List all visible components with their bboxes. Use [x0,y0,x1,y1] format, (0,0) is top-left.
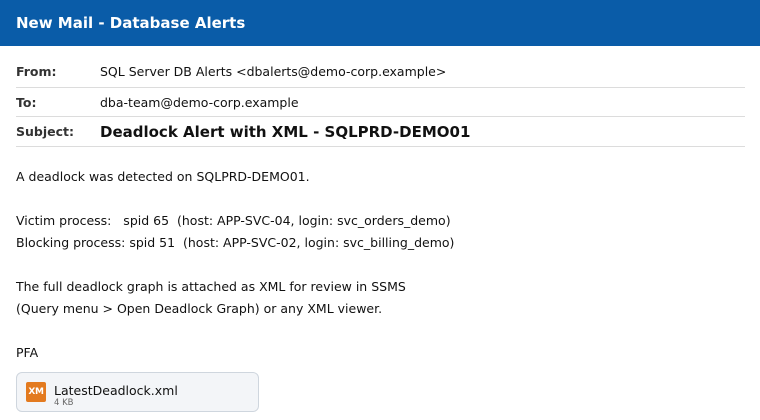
body-blocking-process: Blocking process: spid 51 (host: APP-SVC… [16,235,455,250]
body-signoff: PFA [16,345,39,360]
xml-file-icon: XM [26,382,46,402]
body-graph-line-1: The full deadlock graph is attached as X… [16,279,406,294]
body-intro: A deadlock was detected on SQLPRD-DEMO01… [16,169,310,184]
attachment-card[interactable]: XM LatestDeadlock.xml 4 KB [16,372,259,412]
subject-value: Deadlock Alert with XML - SQLPRD-DEMO01 [100,122,471,141]
window-titlebar: New Mail - Database Alerts [0,0,760,46]
subject-row: Subject: Deadlock Alert with XML - SQLPR… [16,117,745,147]
attachment-info: LatestDeadlock.xml 4 KB [54,377,178,408]
mail-window: New Mail - Database Alerts From: SQL Ser… [0,0,760,420]
from-label: From: [16,64,57,79]
window-title: New Mail - Database Alerts [16,14,246,32]
body-victim-process: Victim process: spid 65 (host: APP-SVC-0… [16,213,451,228]
attachment-size: 4 KB [54,397,74,408]
to-value[interactable]: dba-team@demo-corp.example [100,95,299,110]
subject-label: Subject: [16,124,74,139]
from-row: From: SQL Server DB Alerts <dbalerts@dem… [16,56,745,88]
to-label: To: [16,94,37,110]
mail-body: A deadlock was detected on SQLPRD-DEMO01… [16,166,736,364]
body-graph-line-2: (Query menu > Open Deadlock Graph) or an… [16,301,383,316]
from-value[interactable]: SQL Server DB Alerts <dbalerts@demo-corp… [100,64,446,79]
to-row: To: dba-team@demo-corp.example [16,88,745,117]
attachment-name: LatestDeadlock.xml [54,382,178,398]
mail-headers: From: SQL Server DB Alerts <dbalerts@dem… [16,56,745,147]
